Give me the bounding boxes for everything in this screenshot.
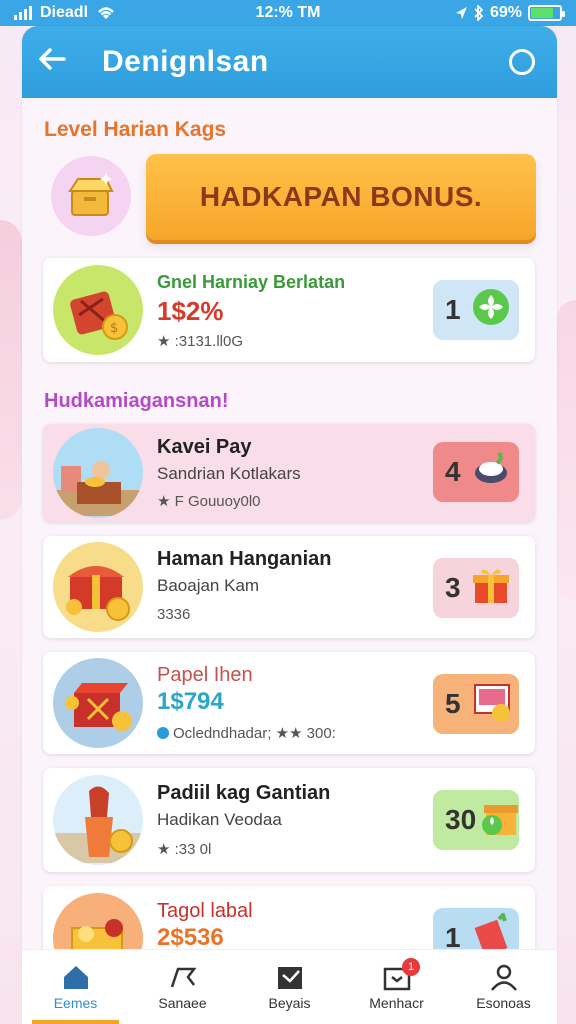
nav-search[interactable]: Sanaee — [129, 950, 236, 1024]
featured-meta: ★ :3131.ll0G — [157, 333, 243, 350]
badge-number: 4 — [445, 456, 461, 487]
bottom-navigation: Eemes Sanaee Beyais 1 Menhacr Esonoas — [22, 949, 557, 1024]
nav-inbox[interactable]: Beyais — [236, 950, 343, 1024]
item-meta: 3336 — [157, 606, 191, 623]
notification-badge: 1 — [402, 958, 420, 976]
nav-notifications[interactable]: 1 Menhacr — [343, 950, 450, 1024]
luggage-icon: $ — [53, 265, 143, 355]
gold-gift-icon — [476, 795, 520, 846]
list-item[interactable]: Kavei Pay Sandrian Kotlakars ★ F Gouuoy0… — [43, 424, 535, 522]
item-badge: 30 — [433, 790, 519, 850]
item-title: Kavei Pay — [157, 436, 252, 458]
item-title: Padiil kag Gantian — [157, 782, 331, 804]
badge-number: 5 — [445, 688, 461, 719]
nav-profile[interactable]: Esonoas — [450, 950, 557, 1024]
list-section-title: Hudkamiagansnan! — [44, 390, 229, 412]
item-badge: 4 — [433, 442, 519, 502]
item-subtitle: Hadikan Veodaa — [157, 810, 282, 829]
level-section-title: Level Harian Kags — [44, 118, 227, 141]
location-icon — [455, 7, 467, 19]
badge-number: 1 — [445, 294, 461, 325]
item-subtitle: Sandrian Kotlakars — [157, 464, 301, 483]
list-item[interactable]: Haman Hanganian Baoajan Kam 3336 3 — [43, 536, 535, 638]
claim-bonus-button[interactable]: HADKAPAN BONUS. — [146, 154, 536, 240]
item-meta: ★ :33 0l — [157, 841, 212, 858]
item-subtitle: Baoajan Kam — [157, 576, 260, 595]
svg-text:$: $ — [110, 321, 118, 336]
bonus-chest-icon — [51, 156, 131, 236]
pen-icon — [170, 967, 196, 988]
item-title: Haman Hanganian — [157, 548, 332, 570]
badge-number: 30 — [445, 804, 477, 835]
nav-label: Sanaee — [158, 995, 207, 1011]
home-icon — [63, 966, 88, 989]
red-gift-icon — [53, 658, 143, 748]
nav-label: Esonoas — [476, 995, 531, 1011]
item-meta: ★ F Gouuoy0l0 — [157, 493, 261, 510]
item-meta-text: Ocledndhadar; ★★ 300: — [173, 725, 336, 742]
signal-icon — [14, 6, 32, 20]
nav-label: Eemes — [53, 995, 98, 1011]
tv-box-icon — [469, 679, 513, 730]
info-dot-icon — [157, 727, 169, 739]
status-time: 12:% TM — [255, 4, 321, 21]
nav-label: Beyais — [268, 995, 311, 1011]
nav-home[interactable]: Eemes — [22, 950, 129, 1024]
gift-box-icon — [469, 563, 513, 614]
item-title: Tagol labal — [157, 900, 253, 922]
character-icon — [53, 775, 143, 865]
battery-icon — [528, 5, 565, 21]
status-bar: Dieadl 12:% TM 69% — [0, 0, 576, 26]
item-title: Papel Ihen — [157, 664, 253, 686]
item-meta: Ocledndhadar; ★★ 300: — [157, 724, 336, 742]
item-badge: 5 — [433, 674, 519, 734]
page-title: Denignlsan — [102, 45, 269, 78]
battery-percent: 69% — [489, 4, 522, 21]
app-screen: Denignlsan Level Harian Kags HADKAPAN BO… — [22, 26, 557, 1024]
clover-icon — [469, 285, 513, 336]
bowl-icon — [469, 447, 513, 498]
app-header: Denignlsan — [22, 26, 557, 98]
list-item[interactable]: Padiil kag Gantian Hadikan Veodaa ★ :33 … — [43, 768, 535, 872]
featured-badge: 1 — [433, 280, 519, 340]
back-arrow-icon[interactable] — [38, 45, 88, 79]
refresh-icon[interactable] — [509, 49, 535, 75]
profile-icon — [490, 964, 517, 991]
background-decoration — [557, 300, 576, 600]
list-item[interactable]: Papel Ihen 1$794 Ocledndhadar; ★★ 300: 5 — [43, 652, 535, 754]
carrier-name: Dieadl — [40, 4, 89, 21]
bluetooth-icon — [474, 5, 484, 21]
market-stall-icon — [53, 428, 143, 518]
featured-reward-card[interactable]: $ Gnel Harniay Berlatan 1$2% ★ :3131.ll0… — [43, 258, 535, 362]
treasure-chest-icon — [53, 542, 143, 632]
item-badge: 3 — [433, 558, 519, 618]
background-decoration — [0, 220, 22, 520]
featured-value: 1$2% — [157, 296, 224, 326]
featured-title: Gnel Harniay Berlatan — [157, 272, 346, 292]
item-value: 1$794 — [157, 688, 224, 715]
nav-label: Menhacr — [369, 995, 424, 1011]
wifi-icon — [98, 7, 114, 19]
inbox-icon — [277, 967, 302, 989]
badge-number: 3 — [445, 572, 461, 603]
item-value: 2$536 — [157, 924, 224, 951]
